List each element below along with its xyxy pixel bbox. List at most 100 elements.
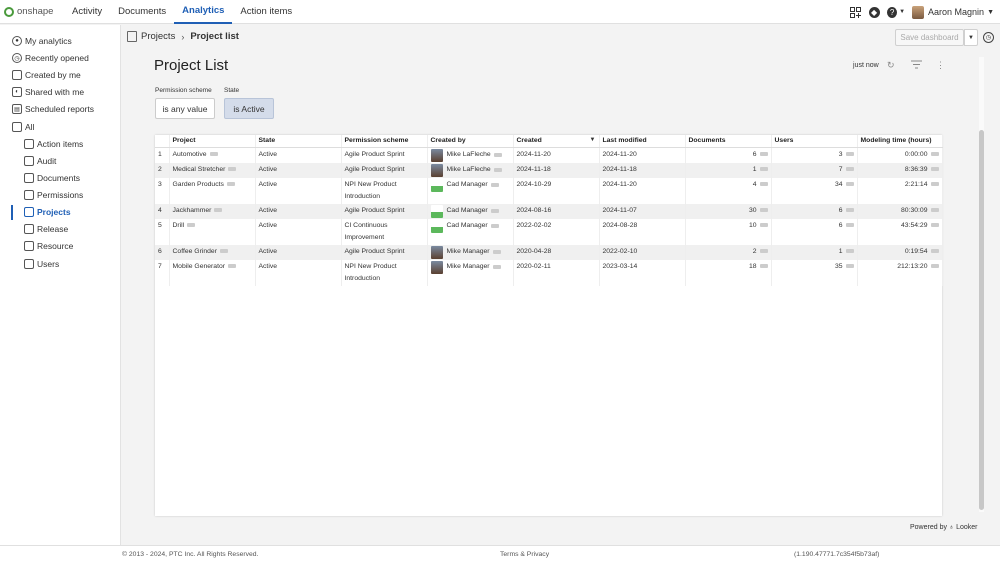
save-options-chevron-down-icon[interactable]: ▼ — [964, 29, 978, 46]
modeling-time-cell[interactable]: 8:36:39 — [857, 162, 943, 178]
column-header[interactable]: Created by — [427, 135, 514, 148]
more-actions-icon[interactable] — [492, 265, 501, 269]
nav-action-items[interactable]: Action items — [232, 0, 300, 24]
documents-cell[interactable]: 18 — [685, 259, 772, 286]
table-row[interactable]: 6 Coffee Grinder Active Agile Product Sprin… — [155, 244, 943, 260]
sidebar-item-projects[interactable]: Projects — [24, 205, 71, 219]
column-header[interactable]: Project — [169, 135, 256, 148]
more-actions-icon[interactable] — [759, 181, 768, 186]
documents-cell[interactable]: 30 — [685, 203, 772, 219]
project-cell[interactable]: Jackhammer — [169, 203, 256, 219]
users-cell[interactable]: 35 — [771, 259, 858, 286]
more-actions-icon[interactable] — [493, 153, 502, 157]
more-actions-icon[interactable] — [209, 151, 218, 156]
column-header[interactable]: Modeling time (hours) — [857, 135, 943, 148]
nav-activity[interactable]: Activity — [64, 0, 110, 24]
filter-state-button[interactable]: is Active — [224, 98, 274, 119]
more-actions-icon[interactable] — [759, 207, 768, 212]
project-cell[interactable]: Medical Stretcher — [169, 162, 256, 178]
more-actions-icon[interactable] — [845, 222, 854, 227]
project-cell[interactable]: Mobile Generator — [169, 259, 256, 286]
column-header[interactable]: Last modified — [599, 135, 686, 148]
sidebar-item-all[interactable]: All — [12, 120, 34, 134]
more-actions-icon[interactable] — [759, 166, 768, 171]
more-actions-icon[interactable] — [930, 151, 939, 156]
more-actions-icon[interactable] — [930, 166, 939, 171]
column-header-created[interactable]: Created ▼ — [513, 135, 600, 148]
table-row[interactable]: 3 Garden Products Active NPI New Product Int… — [155, 177, 943, 204]
more-actions-icon[interactable] — [759, 151, 768, 156]
refresh-icon[interactable]: ↻ — [887, 60, 895, 71]
more-actions-icon[interactable] — [930, 263, 939, 268]
documents-cell[interactable]: 1 — [685, 162, 772, 178]
user-menu-chevron-icon[interactable]: ▼ — [987, 9, 994, 16]
more-actions-icon[interactable] — [226, 181, 235, 186]
filter-icon[interactable] — [911, 60, 922, 71]
onshape-logo[interactable]: onshape — [4, 6, 64, 17]
more-actions-icon[interactable] — [845, 181, 854, 186]
modeling-time-cell[interactable]: 80:30:09 — [857, 203, 943, 219]
filter-permission-scheme-button[interactable]: is any value — [155, 98, 215, 119]
sidebar-item-scheduled-reports[interactable]: ▤ Scheduled reports — [12, 102, 94, 116]
sidebar-item-release[interactable]: Release — [24, 222, 68, 236]
documents-cell[interactable]: 2 — [685, 244, 772, 260]
more-actions-icon[interactable] — [845, 248, 854, 253]
table-row[interactable]: 2 Medical Stretcher Active Agile Product Sp… — [155, 162, 943, 178]
table-row[interactable]: 1 Automotive Active Agile Product Sprint Mik… — [155, 147, 943, 163]
users-cell[interactable]: 6 — [771, 203, 858, 219]
users-cell[interactable]: 1 — [771, 244, 858, 260]
documents-cell[interactable]: 4 — [685, 177, 772, 204]
more-actions-icon[interactable] — [219, 248, 228, 253]
created-by-cell[interactable]: Mike LaFleche — [427, 147, 514, 163]
users-cell[interactable]: 34 — [771, 177, 858, 204]
table-row[interactable]: 7 Mobile Generator Active NPI New Product In… — [155, 259, 943, 286]
sidebar-item-recently-opened[interactable]: ◷ Recently opened — [12, 51, 89, 65]
sidebar-item-resource[interactable]: Resource — [24, 239, 73, 253]
more-actions-icon[interactable] — [228, 263, 237, 268]
more-actions-icon[interactable] — [214, 207, 223, 212]
documents-cell[interactable]: 6 — [685, 147, 772, 163]
history-icon[interactable]: ◷ — [983, 32, 994, 43]
user-avatar[interactable] — [912, 5, 925, 19]
column-header[interactable]: State — [255, 135, 342, 148]
learning-icon[interactable]: ◆ — [868, 6, 880, 18]
breadcrumb-parent[interactable]: Projects — [141, 31, 175, 42]
modeling-time-cell[interactable]: 2:21:14 — [857, 177, 943, 204]
sidebar-item-audit[interactable]: Audit — [24, 154, 56, 168]
footer-terms-link[interactable]: Terms & Privacy — [500, 551, 549, 558]
sidebar-item-shared-with-me[interactable]: ◐ Shared with me — [12, 85, 84, 99]
modeling-time-cell[interactable]: 0:19:54 — [857, 244, 943, 260]
created-by-cell[interactable]: Mike Manager — [427, 244, 514, 260]
sidebar-item-created-by-me[interactable]: Created by me — [12, 68, 81, 82]
more-options-icon[interactable]: ⋮ — [936, 60, 945, 71]
more-actions-icon[interactable] — [930, 248, 939, 253]
sidebar-item-users[interactable]: Users — [24, 257, 59, 271]
created-by-cell[interactable]: Cad Manager — [427, 177, 514, 204]
sidebar-item-my-analytics[interactable]: ● My analytics — [12, 34, 72, 48]
table-row[interactable]: 5 Drill Active CI Continuous Improvement Cad … — [155, 218, 943, 245]
help-icon[interactable]: ? ▼ — [887, 6, 905, 18]
project-cell[interactable]: Coffee Grinder — [169, 244, 256, 260]
more-actions-icon[interactable] — [845, 166, 854, 171]
more-actions-icon[interactable] — [490, 224, 499, 228]
more-actions-icon[interactable] — [930, 207, 939, 212]
users-cell[interactable]: 7 — [771, 162, 858, 178]
modeling-time-cell[interactable]: 0:00:00 — [857, 147, 943, 163]
created-by-cell[interactable]: Cad Manager — [427, 218, 514, 245]
save-dashboard-button[interactable]: Save dashboard — [895, 29, 964, 46]
column-header[interactable]: Documents — [685, 135, 772, 148]
created-by-cell[interactable]: Mike Manager — [427, 259, 514, 286]
sort-descending-icon[interactable]: ▼ — [590, 137, 596, 143]
scrollbar-thumb[interactable] — [979, 130, 984, 510]
more-actions-icon[interactable] — [930, 222, 939, 227]
created-by-cell[interactable]: Cad Manager — [427, 203, 514, 219]
modeling-time-cell[interactable]: 212:13:20 — [857, 259, 943, 286]
more-actions-icon[interactable] — [490, 209, 499, 213]
more-actions-icon[interactable] — [845, 263, 854, 268]
project-cell[interactable]: Drill — [169, 218, 256, 245]
more-actions-icon[interactable] — [930, 181, 939, 186]
modeling-time-cell[interactable]: 43:54:29 — [857, 218, 943, 245]
more-actions-icon[interactable] — [492, 250, 501, 254]
sidebar-item-permissions[interactable]: Permissions — [24, 188, 83, 202]
documents-cell[interactable]: 10 — [685, 218, 772, 245]
